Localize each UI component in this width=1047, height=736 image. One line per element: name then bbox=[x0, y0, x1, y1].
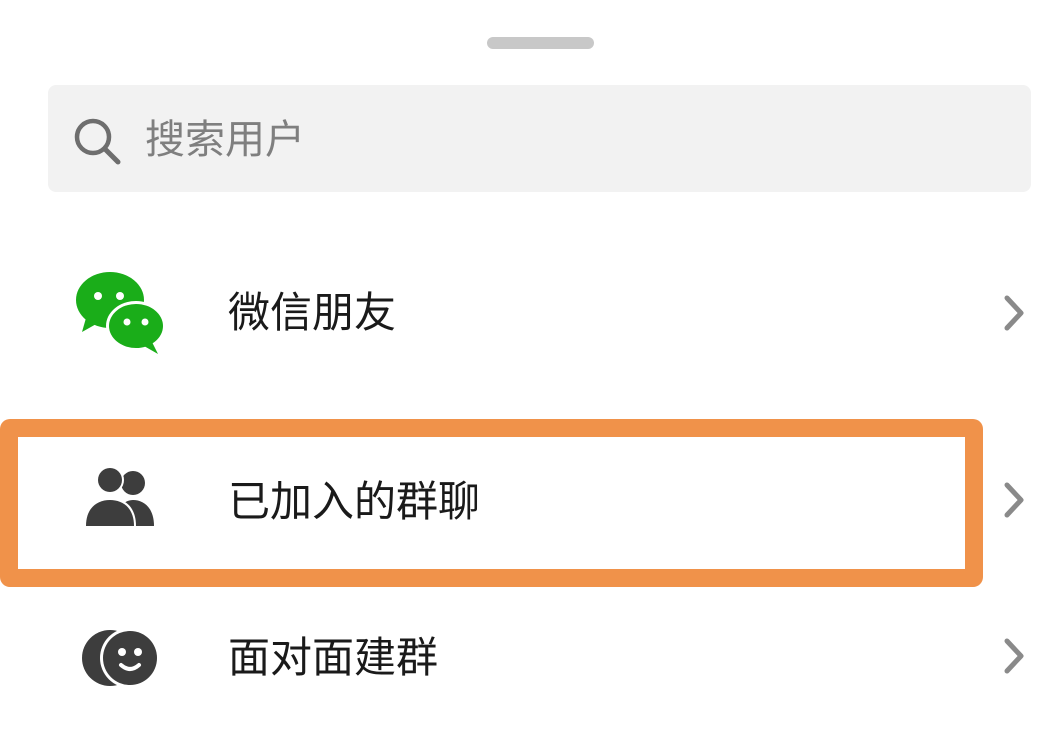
list-item-label: 微信朋友 bbox=[228, 288, 397, 337]
chevron-right-icon bbox=[1004, 295, 1024, 331]
wechat-icon bbox=[76, 272, 166, 354]
face-to-face-icon bbox=[82, 628, 160, 688]
list-item-label: 已加入的群聊 bbox=[228, 477, 481, 526]
list-item-joined-groups[interactable]: 已加入的群聊 bbox=[0, 427, 1047, 577]
list-item-label: 面对面建群 bbox=[228, 633, 439, 682]
chevron-right-icon bbox=[1004, 638, 1024, 674]
chevron-right-icon bbox=[1004, 482, 1024, 518]
list-item-face-to-face-group[interactable]: 面对面建群 bbox=[0, 584, 1047, 734]
list-item-wechat-friends[interactable]: 微信朋友 bbox=[0, 238, 1047, 388]
bottom-sheet: 搜索用户 微信朋友 已加入的群聊 面对面建群 bbox=[0, 0, 1047, 736]
group-icon bbox=[84, 466, 154, 526]
search-icon bbox=[74, 118, 121, 165]
search-input[interactable]: 搜索用户 bbox=[145, 112, 305, 168]
sheet-grabber-handle[interactable] bbox=[487, 37, 594, 49]
